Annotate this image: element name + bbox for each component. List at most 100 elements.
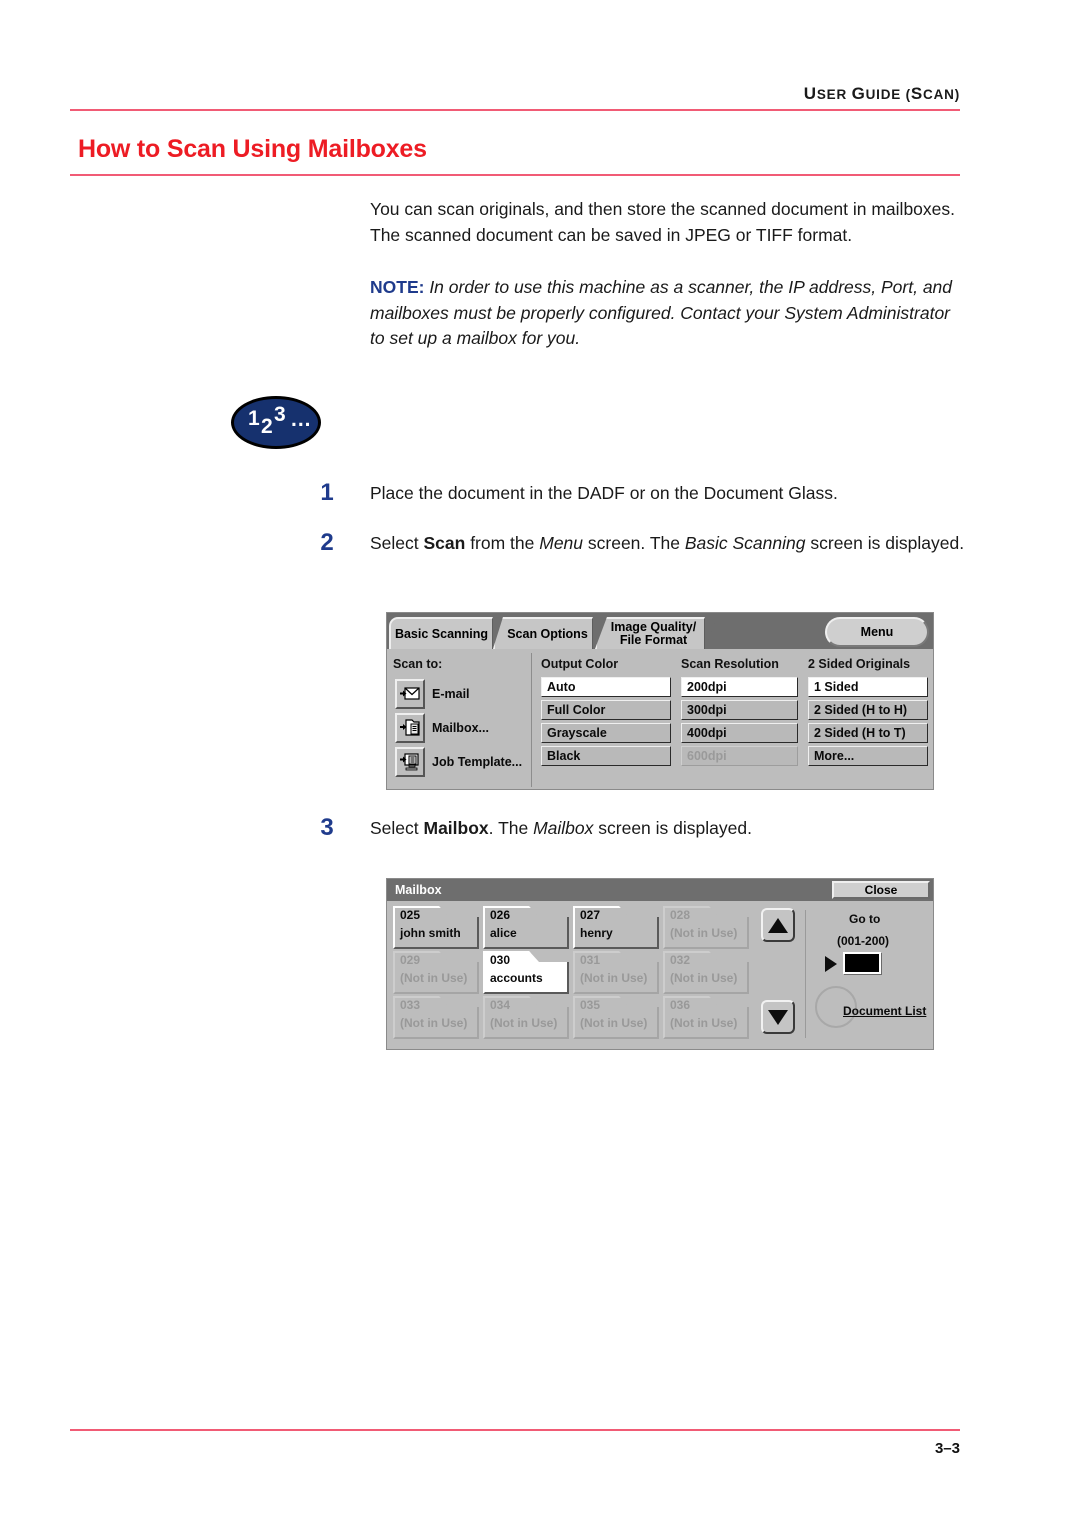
step-3-part-e: screen is displayed. — [593, 818, 752, 838]
scan-to-item-mailbox[interactable]: Mailbox... — [395, 713, 489, 743]
mailbox-cell-028[interactable]: 028 (Not in Use) — [663, 906, 749, 949]
mailbox-name-026: alice — [490, 926, 517, 940]
mailbox-name-034: (Not in Use) — [490, 1016, 558, 1030]
running-header-uide: UIDE ( — [865, 87, 911, 102]
running-header-can: CAN) — [923, 87, 960, 102]
scroll-up-button[interactable] — [761, 908, 795, 942]
step-2-number: 2 — [320, 529, 334, 556]
document-list-button[interactable]: Document List — [843, 1004, 926, 1018]
mailbox-cell-034[interactable]: 034 (Not in Use) — [483, 996, 569, 1039]
mailbox-name-029: (Not in Use) — [400, 971, 468, 985]
step-1-number: 1 — [320, 479, 334, 506]
option-output-color-auto[interactable]: Auto — [541, 677, 671, 697]
mailbox-name-032: (Not in Use) — [670, 971, 738, 985]
triangle-down-icon — [768, 1009, 788, 1025]
mailbox-cell-030[interactable]: 030 accounts — [483, 951, 569, 994]
badge-digit-2: 2 — [261, 415, 273, 438]
running-header-g: G — [851, 84, 866, 103]
mailbox-number-036: 036 — [670, 998, 691, 1012]
badge-digit-1: 1 — [248, 407, 260, 430]
envelope-icon-svg — [400, 687, 420, 700]
page-title: How to Scan Using Mailboxes — [78, 135, 427, 163]
option-sided-more[interactable]: More... — [808, 746, 928, 766]
page-number: 3–3 — [934, 1440, 960, 1457]
mailbox-cell-026[interactable]: 026 alice — [483, 906, 569, 949]
option-resolution-300dpi[interactable]: 300dpi — [681, 700, 798, 720]
option-sided-2-sided-h-to-h[interactable]: 2 Sided (H to H) — [808, 700, 928, 720]
scan-to-item-job-template[interactable]: Job Template... — [395, 747, 522, 777]
mailbox-icon[interactable] — [395, 713, 425, 743]
mailbox-cell-032[interactable]: 032 (Not in Use) — [663, 951, 749, 994]
mailbox-name-028: (Not in Use) — [670, 926, 738, 940]
option-resolution-400dpi[interactable]: 400dpi — [681, 723, 798, 743]
column-header-output-color: Output Color — [541, 657, 619, 671]
tab-iq-line2: File Format — [619, 633, 688, 647]
option-resolution-200dpi[interactable]: 200dpi — [681, 677, 798, 697]
goto-input[interactable] — [843, 952, 881, 974]
mailbox-name-030: accounts — [490, 971, 543, 985]
step-3-number: 3 — [320, 814, 334, 841]
column-header-2-sided-originals: 2 Sided Originals — [808, 657, 911, 671]
mailbox-cell-027[interactable]: 027 henry — [573, 906, 659, 949]
mailbox-title-bar: Mailbox Close — [387, 879, 933, 901]
job-template-icon-svg — [400, 753, 419, 771]
step-2-part-e: screen. The — [583, 533, 685, 553]
tab-scan-options[interactable]: Scan Options — [493, 617, 593, 649]
step-2-basic-scanning-screen: Basic Scanning — [684, 533, 806, 553]
mailbox-name-036: (Not in Use) — [670, 1016, 738, 1030]
option-output-color-black[interactable]: Black — [541, 746, 671, 766]
step-2-part-g: screen is displayed. — [805, 533, 965, 553]
mailbox-number-031: 031 — [580, 953, 601, 967]
mailbox-right-divider — [805, 910, 806, 1038]
goto-range-label: (001-200) — [837, 934, 890, 948]
note-paragraph: NOTE: In order to use this machine as a … — [370, 275, 960, 352]
footer-rule — [70, 1429, 960, 1431]
mailbox-number-034: 034 — [490, 998, 511, 1012]
mailbox-cell-025[interactable]: 025 john smith — [393, 906, 479, 949]
tab-basic-scanning[interactable]: Basic Scanning — [389, 617, 493, 649]
mailbox-icon-svg — [400, 719, 420, 736]
step-3-mailbox-keyword: Mailbox — [423, 818, 489, 838]
scroll-down-button[interactable] — [761, 1000, 795, 1034]
close-button[interactable]: Close — [832, 881, 930, 899]
mailbox-cell-036[interactable]: 036 (Not in Use) — [663, 996, 749, 1039]
mailbox-name-027: henry — [580, 926, 613, 940]
mailbox-number-035: 035 — [580, 998, 601, 1012]
mailbox-cell-035[interactable]: 035 (Not in Use) — [573, 996, 659, 1039]
step-2-menu-screen: Menu — [539, 533, 584, 553]
option-sided-2-sided-h-to-t[interactable]: 2 Sided (H to T) — [808, 723, 928, 743]
note-label: NOTE: — [370, 277, 425, 297]
scan-to-header: Scan to: — [393, 657, 443, 671]
step-2-scan-keyword: Scan — [423, 533, 466, 553]
step-2-part-c: from the — [465, 533, 540, 553]
mailbox-number-029: 029 — [400, 953, 421, 967]
mailbox-cell-033[interactable]: 033 (Not in Use) — [393, 996, 479, 1039]
mailbox-screenshot: Mailbox Close 025 john smith 026 alice 0… — [386, 878, 934, 1050]
step-3-text: Select Mailbox. The Mailbox screen is di… — [370, 816, 965, 842]
option-output-color-grayscale[interactable]: Grayscale — [541, 723, 671, 743]
mailbox-number-030: 030 — [490, 953, 511, 967]
tab-image-quality-file-format[interactable]: Image Quality/ File Format — [595, 617, 705, 649]
step-1-text: Place the document in the DADF or on the… — [370, 483, 838, 503]
mailbox-number-026: 026 — [490, 908, 511, 922]
running-header: USER GUIDE (SCAN) — [70, 84, 960, 104]
scan-to-item-email[interactable]: E-mail — [395, 679, 470, 709]
mailbox-cell-029[interactable]: 029 (Not in Use) — [393, 951, 479, 994]
header-rule — [70, 109, 960, 111]
goto-label: Go to — [849, 912, 881, 926]
menu-button[interactable]: Menu — [825, 617, 929, 647]
intro-paragraph: You can scan originals, and then store t… — [370, 199, 956, 245]
option-resolution-600dpi: 600dpi — [681, 746, 798, 766]
mailbox-name-031: (Not in Use) — [580, 971, 648, 985]
tab-notch — [705, 617, 717, 649]
note-text: In order to use this machine as a scanne… — [370, 277, 953, 348]
option-output-color-full-color[interactable]: Full Color — [541, 700, 671, 720]
running-header-ser: SER — [816, 87, 852, 102]
scan-to-label-email: E-mail — [432, 687, 470, 701]
mailbox-name-035: (Not in Use) — [580, 1016, 648, 1030]
job-template-icon[interactable] — [395, 747, 425, 777]
mailbox-cell-031[interactable]: 031 (Not in Use) — [573, 951, 659, 994]
option-sided-1-sided[interactable]: 1 Sided — [808, 677, 928, 697]
goto-pointer-icon — [825, 956, 837, 972]
envelope-icon[interactable] — [395, 679, 425, 709]
